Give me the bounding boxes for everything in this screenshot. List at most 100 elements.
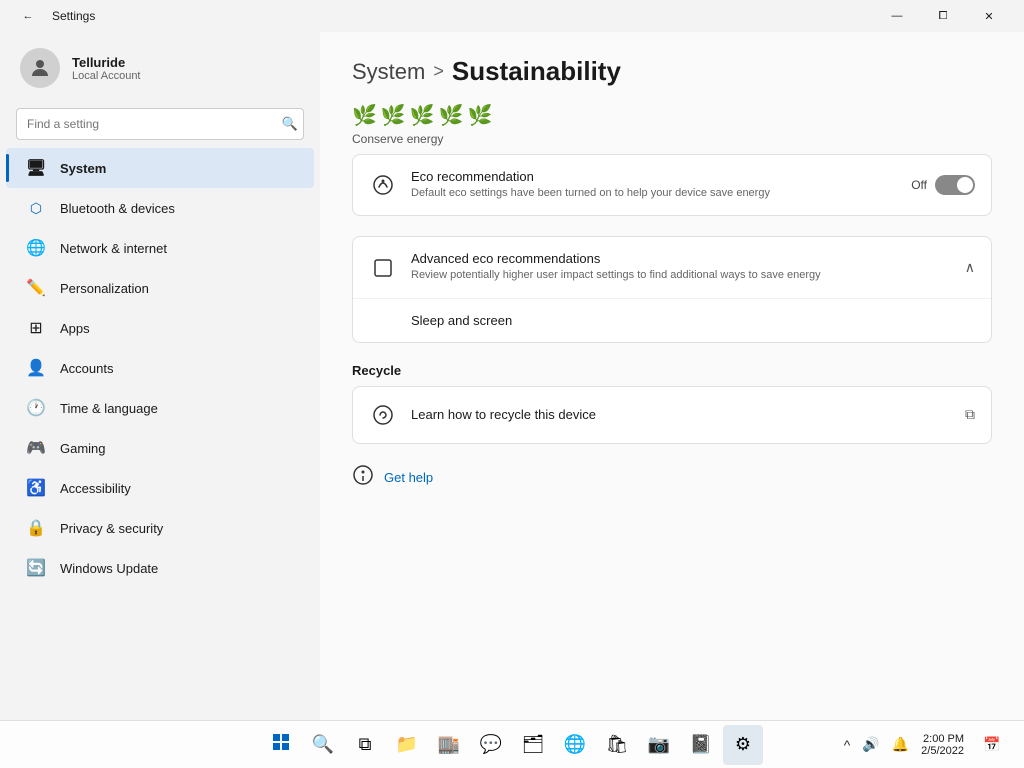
personalization-icon: ✏️	[26, 278, 46, 298]
network-icon: 🌐	[26, 238, 46, 258]
toggle-off-label: Off	[911, 178, 927, 192]
taskbar-clock[interactable]: 2:00 PM 2/5/2022	[921, 733, 964, 757]
nav-label-network: Network & internet	[60, 241, 167, 256]
system-icon: 🖥	[26, 158, 46, 178]
taskbar-notification-panel[interactable]: 📅	[972, 725, 1012, 765]
sidebar: Telluride Local Account 🔍 🖥 System ⬡ Blu…	[0, 32, 320, 720]
nav-label-accounts: Accounts	[60, 361, 113, 376]
taskbar-notepad-button[interactable]: 📓	[681, 725, 721, 765]
recycle-icon	[369, 401, 397, 429]
toggle-knob	[957, 177, 973, 193]
title-bar-left: ← Settings	[12, 0, 95, 32]
nav-section: 🖥 System ⬡ Bluetooth & devices 🌐 Network…	[0, 148, 320, 588]
teams-icon: 💬	[480, 734, 502, 755]
eco-recommendation-icon	[369, 171, 397, 199]
store-icon: 🛍	[606, 734, 629, 755]
profile-name: Telluride	[72, 55, 141, 70]
breadcrumb-separator: >	[433, 61, 444, 82]
eco-recommendation-desc: Default eco settings have been turned on…	[411, 186, 897, 201]
get-help[interactable]: Get help	[352, 464, 992, 492]
sidebar-item-accessibility[interactable]: ♿ Accessibility	[6, 468, 314, 508]
notepad-icon: 📓	[690, 734, 712, 755]
nav-label-apps: Apps	[60, 321, 90, 336]
conserve-label: Conserve energy	[352, 132, 992, 146]
sleep-and-screen-item[interactable]: Sleep and screen	[353, 299, 991, 342]
chevron-icon[interactable]: ^	[840, 735, 855, 755]
taskbar-microsoftstore-button[interactable]: 🏬	[429, 725, 469, 765]
update-icon: 🔄	[26, 558, 46, 578]
search-box[interactable]: 🔍	[16, 108, 304, 140]
advanced-eco-header[interactable]: Advanced eco recommendations Review pote…	[353, 237, 991, 298]
sleep-and-screen-label: Sleep and screen	[411, 313, 512, 328]
chevron-up-icon[interactable]: ∧	[965, 259, 975, 276]
eco-recommendation-card: Eco recommendation Default eco settings …	[352, 154, 992, 216]
search-icon: 🔍	[282, 116, 298, 131]
taskbar-right: ^ 🔊 🔔 2:00 PM 2/5/2022 📅	[840, 725, 1012, 765]
eco-recommendation-item[interactable]: Eco recommendation Default eco settings …	[353, 155, 991, 215]
get-help-label[interactable]: Get help	[384, 470, 433, 485]
sidebar-item-time[interactable]: 🕐 Time & language	[6, 388, 314, 428]
taskbar-search-button[interactable]: 🔍	[303, 725, 343, 765]
advanced-eco-icon	[369, 254, 397, 282]
nav-label-accessibility: Accessibility	[60, 481, 131, 496]
sidebar-item-accounts[interactable]: 👤 Accounts	[6, 348, 314, 388]
recycle-link-action: ⧉	[965, 406, 975, 423]
taskbar-date-value: 2/5/2022	[921, 745, 964, 757]
app-title: Settings	[52, 9, 95, 23]
recycle-label: Recycle	[352, 363, 992, 378]
advanced-eco-body: Sleep and screen	[353, 299, 991, 342]
minimize-button[interactable]: —	[874, 0, 920, 32]
sidebar-item-update[interactable]: 🔄 Windows Update	[6, 548, 314, 588]
settings-taskbar-icon: ⚙	[735, 734, 751, 755]
maximize-button[interactable]: ⧠	[920, 0, 966, 32]
taskbar-store-button[interactable]: 🛍	[597, 725, 637, 765]
sidebar-item-apps[interactable]: ⊞ Apps	[6, 308, 314, 348]
maximize-icon: ⧠	[939, 10, 948, 23]
taskbar-camera-button[interactable]: 📷	[639, 725, 679, 765]
breadcrumb: System > Sustainability	[352, 56, 992, 87]
advanced-eco-section: Advanced eco recommendations Review pote…	[352, 236, 992, 342]
taskbar-files-button[interactable]: 🗂	[513, 725, 553, 765]
breadcrumb-parent[interactable]: System	[352, 59, 425, 85]
nav-label-privacy: Privacy & security	[60, 521, 163, 536]
gaming-icon: 🎮	[26, 438, 46, 458]
taskbar-time-value: 2:00 PM	[923, 733, 964, 745]
taskbar-teams-button[interactable]: 💬	[471, 725, 511, 765]
start-button[interactable]	[261, 725, 301, 765]
get-help-icon	[352, 464, 374, 492]
sidebar-item-personalization[interactable]: ✏️ Personalization	[6, 268, 314, 308]
sidebar-item-network[interactable]: 🌐 Network & internet	[6, 228, 314, 268]
start-icon	[272, 733, 290, 756]
profile-section[interactable]: Telluride Local Account	[0, 32, 320, 104]
nav-label-update: Windows Update	[60, 561, 158, 576]
eco-recommendation-title: Eco recommendation	[411, 169, 897, 184]
taskbar-search-icon: 🔍	[312, 734, 334, 755]
taskview-icon: ⧉	[359, 734, 372, 755]
search-icon-button[interactable]: 🔍	[282, 116, 298, 132]
external-link-icon: ⧉	[965, 406, 975, 423]
eco-recommendation-text: Eco recommendation Default eco settings …	[411, 169, 897, 201]
back-button[interactable]: ←	[12, 0, 44, 32]
close-button[interactable]: ✕	[966, 0, 1012, 32]
taskbar-taskview-button[interactable]: ⧉	[345, 725, 385, 765]
sidebar-item-system[interactable]: 🖥 System	[6, 148, 314, 188]
nav-label-personalization: Personalization	[60, 281, 149, 296]
sound-icon[interactable]: 🔊	[858, 734, 883, 755]
taskbar-fileexplorer-button[interactable]: 📁	[387, 725, 427, 765]
bluetooth-icon: ⬡	[26, 198, 46, 218]
recycle-item[interactable]: Learn how to recycle this device ⧉	[353, 387, 991, 443]
notification-icon[interactable]: 🔔	[888, 734, 913, 755]
accessibility-icon: ♿	[26, 478, 46, 498]
close-icon: ✕	[984, 10, 993, 23]
sidebar-item-gaming[interactable]: 🎮 Gaming	[6, 428, 314, 468]
sidebar-item-privacy[interactable]: 🔒 Privacy & security	[6, 508, 314, 548]
search-input[interactable]	[16, 108, 304, 140]
eco-toggle[interactable]	[935, 175, 975, 195]
taskbar-edge-button[interactable]: 🌐	[555, 725, 595, 765]
fileexplorer-icon: 📁	[396, 734, 418, 755]
back-icon: ←	[23, 10, 34, 22]
taskbar-settings-button[interactable]: ⚙	[723, 725, 763, 765]
sidebar-item-bluetooth[interactable]: ⬡ Bluetooth & devices	[6, 188, 314, 228]
taskbar-sys-icons: ^ 🔊 🔔	[840, 734, 913, 755]
leaf-icons: 🌿 🌿 🌿 🌿 🌿	[352, 103, 992, 128]
